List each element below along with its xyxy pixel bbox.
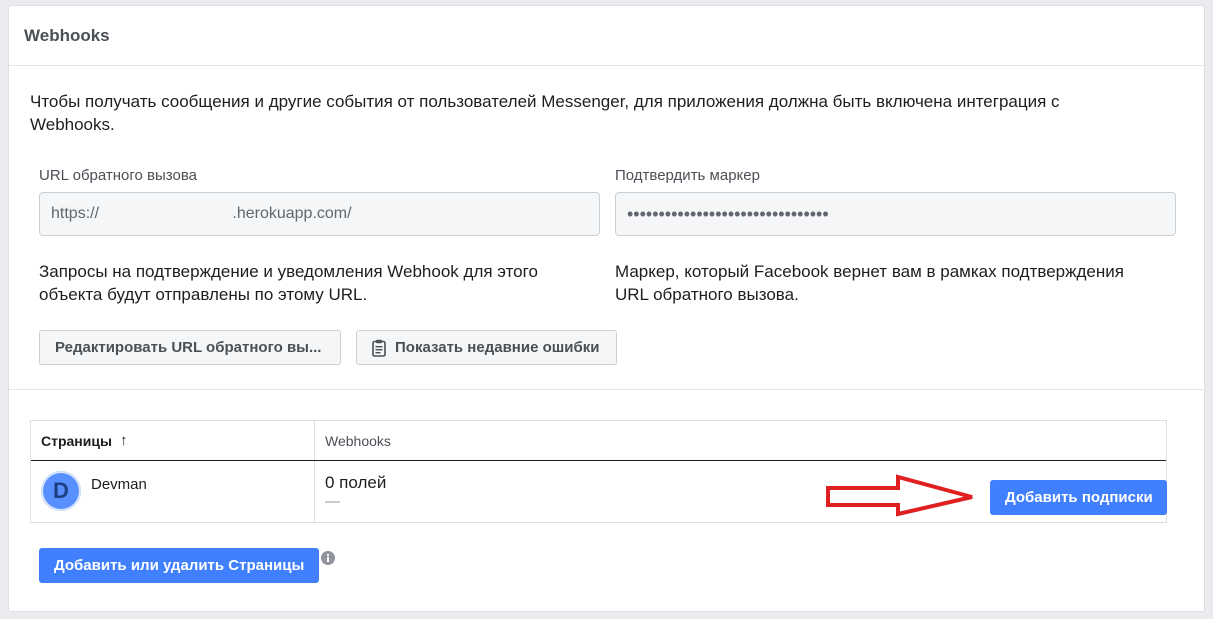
- add-remove-pages-button[interactable]: Добавить или удалить Страницы: [39, 548, 319, 583]
- verify-token-field[interactable]: ••••••••••••••••••••••••••••••••: [615, 192, 1176, 236]
- avatar: D: [41, 471, 81, 511]
- edit-callback-url-label: Редактировать URL обратного вы...: [55, 339, 322, 356]
- panel-header: Webhooks: [9, 6, 1204, 66]
- show-recent-errors-label: Показать недавние ошибки: [395, 339, 600, 356]
- clipboard-icon: [372, 339, 386, 357]
- edit-callback-url-button[interactable]: Редактировать URL обратного вы...: [39, 330, 341, 365]
- callback-url-field[interactable]: https:// .herokuapp.com/: [39, 192, 600, 236]
- sort-arrow-icon[interactable]: ↑: [120, 432, 128, 449]
- page-name: Devman: [91, 476, 147, 493]
- section-divider: [8, 389, 1205, 390]
- intro-text: Чтобы получать сообщения и другие событи…: [30, 92, 1060, 134]
- verify-token-label: Подтвердить маркер: [615, 167, 760, 184]
- info-icon[interactable]: [321, 551, 335, 565]
- callback-url-help: Запросы на подтверждение и уведомления W…: [39, 262, 538, 304]
- column-header-pages[interactable]: Страницы ↑: [31, 421, 315, 460]
- show-recent-errors-button[interactable]: Показать недавние ошибки: [356, 330, 617, 365]
- fields-count: 0 полей: [325, 473, 387, 492]
- column-header-pages-label: Страницы: [41, 432, 112, 449]
- add-subscriptions-button[interactable]: Добавить подписки: [990, 480, 1167, 515]
- red-arrow-annotation: [826, 474, 973, 517]
- verify-token-help: Маркер, который Facebook вернет вам в ра…: [615, 262, 1124, 304]
- column-header-webhooks: Webhooks: [325, 432, 391, 449]
- panel-title: Webhooks: [24, 25, 110, 45]
- callback-url-label: URL обратного вызова: [39, 167, 197, 184]
- fields-detail: —: [325, 493, 340, 510]
- page-cell: D Devman: [31, 461, 315, 522]
- table-header: Страницы ↑ Webhooks: [31, 421, 1166, 461]
